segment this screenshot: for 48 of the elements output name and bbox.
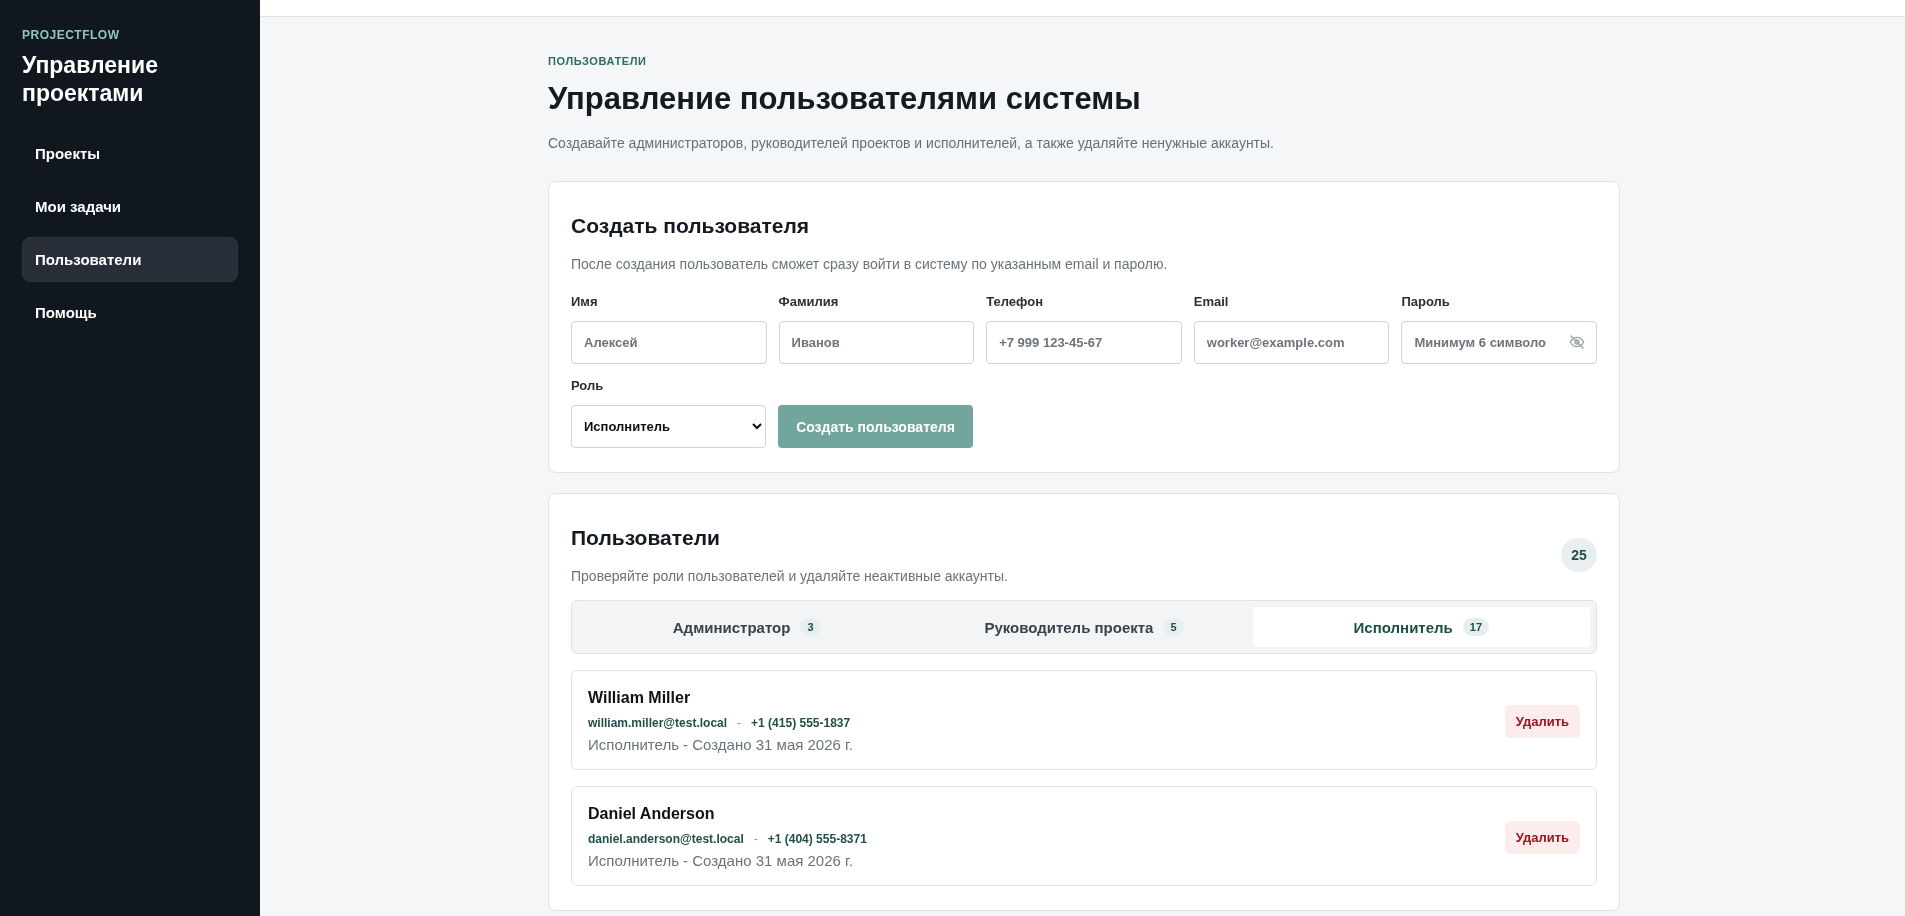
total-count: 25 — [1561, 538, 1597, 572]
card-description: Проверяйте роли пользователей и удаляйте неактивные аккаунты. — [571, 568, 1008, 584]
sidebar-item[interactable]: Проекты — [22, 131, 238, 177]
input-field[interactable]: worker@example.com — [1193, 321, 1390, 364]
sidebar-item[interactable]: Мои задачи — [22, 184, 238, 230]
field-label: Пароль — [1401, 294, 1450, 309]
card-title: Пользователи — [571, 526, 721, 550]
tab-label: Администратор — [672, 618, 791, 636]
sidebar-item[interactable]: Помощь — [22, 290, 238, 336]
field-label: Фамилия — [778, 294, 839, 309]
user-meta: Исполнитель - Создано 31 мая 2026 г. — [588, 736, 853, 753]
tab-label: Исполнитель — [1353, 618, 1453, 636]
brand-name: PROJECTFLOW — [22, 28, 121, 42]
user-phone: +1 (404) 555-8371 — [767, 832, 867, 846]
tab-count: 5 — [1163, 618, 1184, 636]
input-field[interactable]: +7 999 123-45-67 — [986, 321, 1182, 364]
delete-button[interactable]: Удалить — [1504, 820, 1580, 854]
delete-button[interactable]: Удалить — [1504, 704, 1580, 738]
role-tab[interactable]: Руководитель проекта 5 — [915, 607, 1253, 647]
field-label: Email — [1193, 294, 1229, 309]
tab-count: 17 — [1462, 618, 1490, 636]
user-meta: Исполнитель - Создано 31 мая 2026 г. — [588, 852, 854, 869]
card-title: Создать пользователя — [571, 214, 811, 238]
user-email: daniel.anderson@test.local — [588, 832, 744, 846]
page-subtitle: Создавайте администраторов, руководителей проектов и исполнителей, а также удаляйте ненужные аккаунты. — [548, 135, 1275, 151]
field-label: Имя — [571, 294, 598, 309]
card-description: После создания пользователь сможет сразу войти в систему по указанным email и паролю. — [571, 256, 1169, 272]
page-eyebrow: ПОЛЬЗОВАТЕЛИ — [548, 55, 648, 67]
user-email: william.miller@test.local — [588, 716, 728, 730]
tab-count: 3 — [800, 618, 821, 636]
role-select[interactable]: Исполнитель — [571, 405, 766, 448]
sidebar-title: Управление проектами — [22, 52, 159, 108]
tab-label: Руководитель проекта — [984, 618, 1154, 636]
field-label: Телефон — [986, 294, 1044, 309]
user-name: William Miller — [588, 689, 692, 707]
input-field[interactable]: Иванов — [778, 321, 975, 364]
input-field[interactable]: Алексей — [571, 321, 767, 364]
separator: - — [737, 716, 742, 730]
user-name: Daniel Anderson — [588, 805, 716, 823]
user-phone: +1 (415) 555-1837 — [751, 716, 851, 730]
role-tab[interactable]: Администратор 3 — [578, 607, 916, 647]
field-label: Роль — [571, 378, 604, 393]
eye-off-icon[interactable] — [1569, 334, 1585, 350]
page-title: Управление пользователями системы — [548, 81, 1142, 117]
sidebar-item[interactable]: Пользователи — [22, 237, 238, 283]
separator: - — [753, 832, 758, 846]
password-field[interactable]: Минимум 6 символо — [1401, 321, 1597, 364]
role-tab[interactable]: Исполнитель 17 — [1252, 607, 1590, 647]
